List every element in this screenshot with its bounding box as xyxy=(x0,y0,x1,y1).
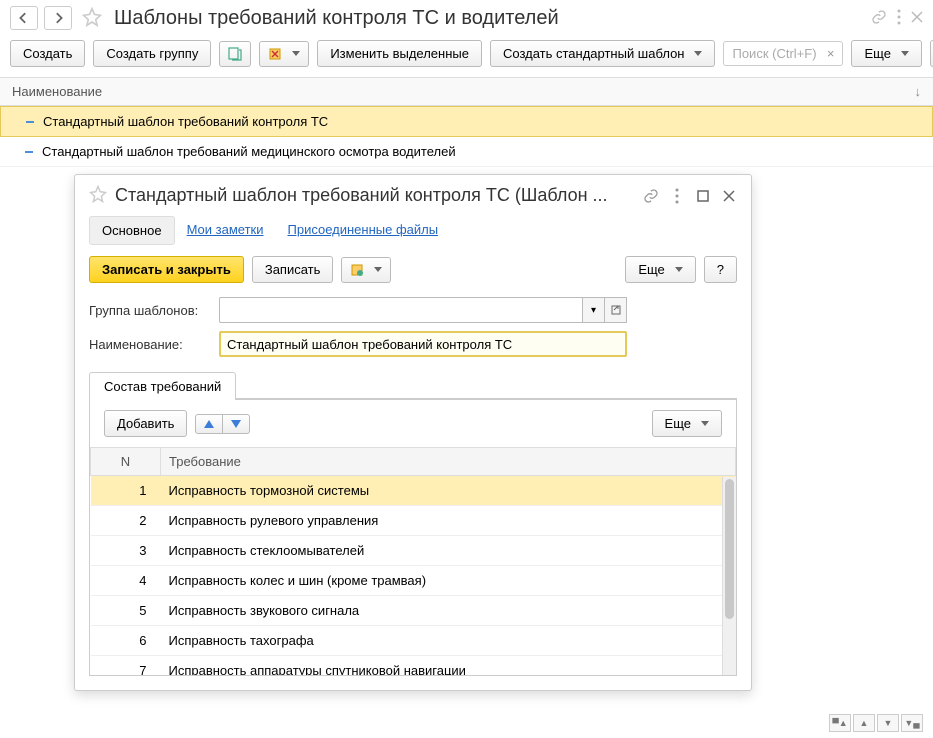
create-based-on-button[interactable] xyxy=(341,257,391,283)
cell-n: 4 xyxy=(91,566,161,596)
dialog-nav: Основное Мои заметки Присоединенные файл… xyxy=(75,216,751,246)
main-toolbar: Создать Создать группу Изменить выделенн… xyxy=(0,36,933,77)
cell-n: 2 xyxy=(91,506,161,536)
create-group-button[interactable]: Создать группу xyxy=(93,40,211,67)
list-item-label: Стандартный шаблон требований контроля Т… xyxy=(43,114,328,129)
name-label: Наименование: xyxy=(89,337,209,352)
list-item[interactable]: Стандартный шаблон требований контроля Т… xyxy=(0,106,933,137)
nav-forward-button[interactable] xyxy=(44,6,72,30)
save-button[interactable]: Записать xyxy=(252,256,334,283)
scrollbar[interactable] xyxy=(722,477,736,675)
kebab-icon[interactable] xyxy=(897,9,901,28)
link-icon[interactable] xyxy=(643,188,659,204)
cell-requirement: Исправность аппаратуры спутниковой навиг… xyxy=(161,656,736,677)
cell-requirement: Исправность стеклоомывателей xyxy=(161,536,736,566)
edit-selected-button[interactable]: Изменить выделенные xyxy=(317,40,482,67)
nav-first-button[interactable]: ▀▲ xyxy=(829,714,851,732)
tabstrip: Состав требований xyxy=(89,371,737,399)
arrow-up-icon xyxy=(204,420,214,428)
kebab-icon[interactable] xyxy=(669,188,685,204)
cell-requirement: Исправность тормозной системы xyxy=(161,476,736,506)
cell-n: 3 xyxy=(91,536,161,566)
table-row[interactable]: 3Исправность стеклоомывателей xyxy=(91,536,736,566)
nav-back-button[interactable] xyxy=(10,6,38,30)
create-button[interactable]: Создать xyxy=(10,40,85,67)
scroll-thumb[interactable] xyxy=(725,479,734,619)
group-input[interactable] xyxy=(219,297,583,323)
link-icon[interactable] xyxy=(871,9,887,28)
item-icon xyxy=(24,147,34,157)
list-item[interactable]: Стандартный шаблон требований медицинско… xyxy=(0,137,933,167)
cell-requirement: Исправность рулевого управления xyxy=(161,506,736,536)
cell-requirement: Исправность колес и шин (кроме трамвая) xyxy=(161,566,736,596)
cell-n: 5 xyxy=(91,596,161,626)
close-icon[interactable] xyxy=(911,11,923,26)
maximize-icon[interactable] xyxy=(695,188,711,204)
close-icon[interactable] xyxy=(721,188,737,204)
col-requirement[interactable]: Требование xyxy=(161,448,736,476)
requirements-table: N Требование 1Исправность тормозной сист… xyxy=(90,447,736,676)
table-row[interactable]: 7Исправность аппаратуры спутниковой нави… xyxy=(91,656,736,677)
arrow-down-icon xyxy=(231,420,241,428)
save-and-close-button[interactable]: Записать и закрыть xyxy=(89,256,244,283)
open-icon[interactable] xyxy=(605,297,627,323)
list-header-name: Наименование xyxy=(12,84,102,99)
star-icon[interactable] xyxy=(78,7,102,30)
table-wrap: N Требование 1Исправность тормозной сист… xyxy=(89,447,737,676)
dialog-help-button[interactable]: ? xyxy=(704,256,737,283)
table-more-button[interactable]: Еще xyxy=(652,410,722,437)
copy-button[interactable] xyxy=(219,41,251,67)
cell-n: 6 xyxy=(91,626,161,656)
nav-main[interactable]: Основное xyxy=(89,216,175,245)
star-icon[interactable] xyxy=(89,185,107,206)
cell-n: 7 xyxy=(91,656,161,677)
mark-button[interactable] xyxy=(259,41,309,67)
search-clear-icon[interactable]: × xyxy=(827,46,835,61)
page-title: Шаблоны требований контроля ТС и водител… xyxy=(114,7,559,30)
more-button[interactable]: Еще xyxy=(851,40,921,67)
form-row-name: Наименование: xyxy=(75,327,751,361)
cell-requirement: Исправность тахографа xyxy=(161,626,736,656)
table-row[interactable]: 4Исправность колес и шин (кроме трамвая) xyxy=(91,566,736,596)
dialog-more-button[interactable]: Еще xyxy=(625,256,695,283)
nav-notes[interactable]: Мои заметки xyxy=(175,216,276,245)
move-down-button[interactable] xyxy=(223,414,250,434)
name-input[interactable] xyxy=(219,331,627,357)
list-item-label: Стандартный шаблон требований медицинско… xyxy=(42,144,456,159)
tab-composition[interactable]: Состав требований xyxy=(89,372,236,400)
form-row-group: Группа шаблонов: ▾ xyxy=(75,293,751,327)
cell-requirement: Исправность звукового сигнала xyxy=(161,596,736,626)
item-icon xyxy=(25,117,35,127)
nav-down-button[interactable]: ▼ xyxy=(877,714,899,732)
nav-last-button[interactable]: ▼▄ xyxy=(901,714,923,732)
dialog-header: Стандартный шаблон требований контроля Т… xyxy=(75,175,751,216)
topbar: Шаблоны требований контроля ТС и водител… xyxy=(0,0,933,36)
table-row[interactable]: 5Исправность звукового сигнала xyxy=(91,596,736,626)
add-button[interactable]: Добавить xyxy=(104,410,187,437)
nav-attachments[interactable]: Присоединенные файлы xyxy=(276,216,451,245)
table-row[interactable]: 6Исправность тахографа xyxy=(91,626,736,656)
move-up-button[interactable] xyxy=(195,414,223,434)
dialog-toolbar: Записать и закрыть Записать Еще ? xyxy=(75,246,751,293)
dialog: Стандартный шаблон требований контроля Т… xyxy=(74,174,752,691)
list-header[interactable]: Наименование ↓ xyxy=(0,77,933,106)
search-input[interactable]: Поиск (Ctrl+F) × xyxy=(723,41,843,66)
group-label: Группа шаблонов: xyxy=(89,303,209,318)
list-rows: Стандартный шаблон требований контроля Т… xyxy=(0,106,933,167)
search-placeholder: Поиск (Ctrl+F) xyxy=(732,46,816,61)
table-row[interactable]: 1Исправность тормозной системы xyxy=(91,476,736,506)
nav-up-button[interactable]: ▲ xyxy=(853,714,875,732)
bottom-nav: ▀▲ ▲ ▼ ▼▄ xyxy=(829,714,923,732)
cell-n: 1 xyxy=(91,476,161,506)
table-row[interactable]: 2Исправность рулевого управления xyxy=(91,506,736,536)
col-n[interactable]: N xyxy=(91,448,161,476)
table-toolbar: Добавить Еще xyxy=(89,399,737,447)
create-standard-button[interactable]: Создать стандартный шаблон xyxy=(490,40,716,67)
dialog-title: Стандартный шаблон требований контроля Т… xyxy=(115,185,635,206)
sort-arrow-icon[interactable]: ↓ xyxy=(915,84,922,99)
dropdown-icon[interactable]: ▾ xyxy=(583,297,605,323)
